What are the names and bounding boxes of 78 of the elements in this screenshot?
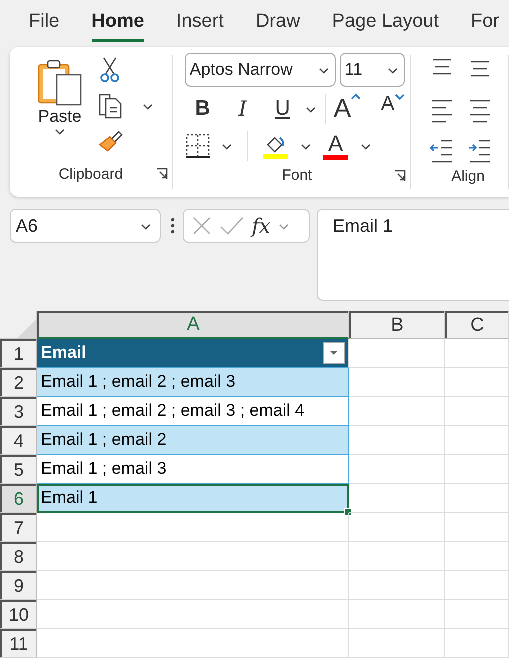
ribbon-tab[interactable]: Page Layout — [332, 7, 439, 42]
caret-icon[interactable] — [360, 142, 372, 150]
caret-icon[interactable] — [142, 102, 154, 110]
group-label: Font — [282, 166, 312, 184]
more-options-icon[interactable] — [171, 218, 175, 234]
column-header[interactable]: B — [349, 311, 445, 339]
table-cell — [445, 426, 509, 455]
name-box[interactable]: A6 — [10, 209, 161, 243]
ribbon-tab[interactable]: Home — [92, 7, 144, 42]
font-size-value: 11 — [344, 60, 363, 80]
bold-button[interactable]: B — [184, 93, 221, 125]
paintbrush-icon[interactable] — [98, 129, 124, 153]
ribbon-tab[interactable]: For — [471, 7, 500, 42]
caret-down-icon — [394, 93, 405, 101]
copy-icon[interactable] — [98, 93, 124, 119]
increase-font-size-button[interactable]: A — [334, 93, 362, 125]
row-header[interactable]: 5 — [0, 455, 37, 484]
row-header[interactable]: 10 — [0, 600, 37, 629]
table-cell — [445, 629, 509, 658]
cell-reference: A6 — [16, 216, 38, 236]
table-cell: Email 1 ; email 2 — [37, 426, 349, 455]
table-cell — [445, 484, 509, 513]
column-header[interactable]: C — [445, 311, 509, 339]
row-header[interactable]: 6 — [0, 484, 37, 513]
row-header[interactable]: 8 — [0, 542, 37, 571]
table-cell: Email 1 ; email 2 ; email 3 ; email 4 — [37, 397, 349, 426]
table-cell — [445, 600, 509, 629]
paste-button[interactable]: Paste — [30, 59, 90, 159]
row-header[interactable]: 2 — [0, 368, 37, 397]
dropdown-arrow-icon — [329, 350, 339, 356]
font-size-dropdown[interactable]: 11 — [340, 53, 405, 87]
table-cell — [445, 542, 509, 571]
table-cell: Email 1 — [37, 484, 349, 513]
ribbon-tab[interactable]: Draw — [256, 7, 300, 42]
italic-button[interactable]: I — [224, 93, 261, 125]
check-icon[interactable] — [219, 216, 245, 236]
dialog-launcher-icon[interactable] — [156, 168, 168, 180]
row-header[interactable]: 1 — [0, 339, 37, 368]
font-name-value: Aptos Narrow — [190, 60, 293, 80]
table-cell — [445, 368, 509, 397]
filter-button[interactable] — [323, 342, 345, 364]
font-name-dropdown[interactable]: Aptos Narrow — [184, 53, 336, 87]
clipboard-icon — [37, 59, 83, 107]
ribbon-tab[interactable]: File — [29, 7, 60, 42]
scissors-icon[interactable] — [98, 57, 122, 83]
font-color-button[interactable]: A — [322, 132, 350, 160]
ribbon-tab[interactable]: Insert — [176, 7, 224, 42]
table-cell — [445, 397, 509, 426]
group-label: Clipboard — [58, 166, 124, 182]
caret-icon — [140, 222, 152, 230]
table-cell — [445, 571, 509, 600]
table-cell — [445, 339, 509, 368]
caret-icon[interactable] — [220, 142, 233, 150]
row-header[interactable]: 3 — [0, 397, 37, 426]
dialog-launcher-icon[interactable] — [394, 170, 406, 182]
insert-function-button[interactable]: fx — [252, 214, 271, 238]
column-header[interactable]: A — [37, 311, 349, 339]
table-cell — [445, 513, 509, 542]
table-cell: Email 1 ; email 2 ; email 3 — [37, 368, 349, 397]
group-label: Align — [452, 168, 485, 184]
caret-icon — [54, 127, 66, 136]
fill-handle[interactable] — [344, 508, 352, 516]
caret-icon[interactable] — [300, 142, 312, 150]
table-cell: Email 1 ; email 3 — [37, 455, 349, 484]
row-header[interactable]: 4 — [0, 426, 37, 455]
table-cell — [445, 455, 509, 484]
column-title: Email — [41, 343, 86, 363]
row-header[interactable]: 11 — [0, 629, 37, 658]
decrease-font-size-button[interactable]: A — [381, 93, 405, 125]
underline-button[interactable]: U — [264, 93, 301, 125]
caret-icon[interactable] — [304, 104, 317, 114]
formula-field[interactable]: Email 1 — [317, 209, 509, 301]
caret-icon — [318, 66, 330, 74]
row-header[interactable]: 7 — [0, 513, 37, 542]
caret-icon — [386, 66, 399, 74]
caret-up-icon — [351, 93, 362, 101]
borders-icon[interactable] — [184, 133, 211, 159]
row-header[interactable]: 9 — [0, 571, 37, 600]
